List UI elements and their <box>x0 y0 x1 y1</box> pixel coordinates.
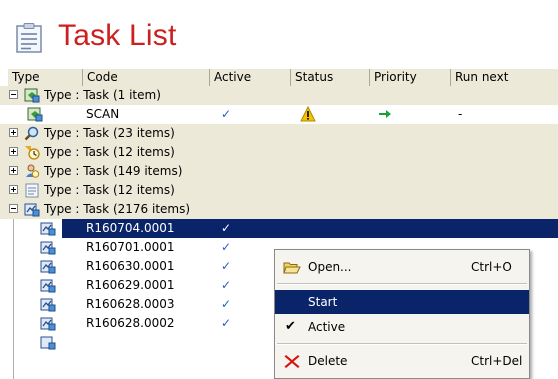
report-task-icon <box>40 222 56 236</box>
task-code: R160629.0001 <box>86 278 175 292</box>
group-label: Type : Task (23 items) <box>44 126 175 140</box>
group-label: Type : Task (12 items) <box>44 145 175 159</box>
group-label: Type : Task (2176 items) <box>44 202 191 216</box>
active-check-icon: ✓ <box>221 259 232 273</box>
menu-separator <box>277 343 527 345</box>
list-task-icon <box>25 183 39 198</box>
report-task-icon <box>40 336 56 350</box>
menu-label-active: Active <box>308 320 346 334</box>
group-row[interactable]: Type : Task (1 item) <box>0 86 558 105</box>
menu-separator <box>277 283 527 285</box>
task-code: SCAN <box>86 107 120 121</box>
grid-header: Type Code Active Status Priority Run nex… <box>8 68 558 87</box>
report-task-icon <box>24 203 40 217</box>
active-check-icon: ✓ <box>221 240 232 254</box>
group-row[interactable]: Type : Task (23 items) <box>0 124 558 143</box>
menu-item-active[interactable]: ✔ Active <box>275 315 529 339</box>
checkmark-icon: ✔ <box>285 319 296 334</box>
group-label: Type : Task (1 item) <box>44 88 161 102</box>
page-title: Task List <box>58 19 177 52</box>
search-task-icon <box>24 126 39 141</box>
menu-label-open: Open... <box>308 260 352 274</box>
expand-toggle-icon[interactable] <box>9 147 18 156</box>
menu-shortcut-delete: Ctrl+Del <box>471 354 523 368</box>
title-bar: Task List <box>0 0 558 64</box>
menu-label-delete: Delete <box>308 354 348 368</box>
report-task-icon <box>40 298 56 312</box>
active-check-icon: ✓ <box>221 316 232 330</box>
group-row[interactable]: Type : Task (2176 items) <box>0 200 558 219</box>
menu-shortcut-open: Ctrl+O <box>471 260 512 274</box>
column-header-active[interactable]: Active <box>210 69 291 86</box>
table-row[interactable]: R160704.0001 ✓ <box>0 219 558 238</box>
task-code: R160704.0001 <box>86 221 175 235</box>
task-code: R160701.0001 <box>86 240 175 254</box>
column-header-type[interactable]: Type <box>8 69 83 86</box>
expand-toggle-icon[interactable] <box>9 166 18 175</box>
scan-task-icon <box>27 107 43 122</box>
green-arrow-icon <box>379 110 391 118</box>
collapse-toggle-icon[interactable] <box>9 90 18 99</box>
menu-item-delete[interactable]: Delete Ctrl+Del <box>275 349 529 373</box>
column-header-priority[interactable]: Priority <box>370 69 451 86</box>
report-task-icon <box>40 279 56 293</box>
user-task-icon <box>26 164 40 178</box>
active-check-icon: ✓ <box>221 107 232 121</box>
menu-item-start[interactable]: Start <box>275 290 529 314</box>
column-header-status[interactable]: Status <box>291 69 370 86</box>
delete-x-icon <box>284 355 300 368</box>
group-row[interactable]: Type : Task (12 items) <box>0 143 558 162</box>
context-menu: Open... Ctrl+O Start ✔ Active Delete Ctr… <box>274 249 530 379</box>
menu-item-open[interactable]: Open... Ctrl+O <box>275 255 529 279</box>
report-task-icon <box>40 260 56 274</box>
group-label: Type : Task (149 items) <box>44 164 183 178</box>
task-list-icon <box>16 23 42 53</box>
active-check-icon: ✓ <box>221 221 232 235</box>
menu-label-start: Start <box>308 295 338 309</box>
column-header-code[interactable]: Code <box>83 69 210 86</box>
expand-toggle-icon[interactable] <box>9 128 18 137</box>
column-header-run-next[interactable]: Run next <box>451 69 558 86</box>
task-code: R160628.0003 <box>86 297 175 311</box>
scan-task-icon <box>24 88 40 103</box>
group-row[interactable]: Type : Task (149 items) <box>0 162 558 181</box>
group-row[interactable]: Type : Task (12 items) <box>0 181 558 200</box>
group-label: Type : Task (12 items) <box>44 183 175 197</box>
task-code: R160628.0002 <box>86 316 175 330</box>
report-task-icon <box>40 241 56 255</box>
warning-icon <box>300 106 316 122</box>
open-folder-icon <box>283 262 301 274</box>
report-task-icon <box>40 317 56 331</box>
recurring-task-icon <box>25 146 40 160</box>
collapse-toggle-icon[interactable] <box>9 204 18 213</box>
active-check-icon: ✓ <box>221 297 232 311</box>
run-next-value: - <box>458 107 463 121</box>
active-check-icon: ✓ <box>221 278 232 292</box>
table-row[interactable]: SCAN ✓ - <box>0 105 558 124</box>
task-code: R160630.0001 <box>86 259 175 273</box>
expand-toggle-icon[interactable] <box>9 185 18 194</box>
